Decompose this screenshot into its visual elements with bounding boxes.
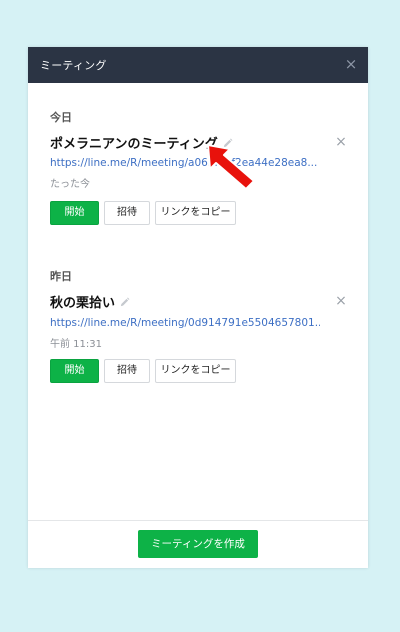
meeting-dialog: ミーティング × 今日 ポメラニアンのミーティング × https://line… — [28, 47, 368, 568]
meeting-time: たった今 — [50, 179, 90, 190]
meeting-title-text: ポメラニアンのミーティング — [50, 137, 218, 152]
red-arrow-annotation — [207, 144, 255, 190]
pencil-icon[interactable] — [119, 297, 130, 308]
copy-link-button[interactable]: リンクをコピー — [155, 201, 236, 225]
start-button[interactable]: 開始 — [50, 201, 99, 225]
meeting-time: 午前 11:31 — [50, 339, 102, 350]
meeting-url[interactable]: https://line.me/R/meeting/a06bf2ef2ea44e… — [50, 157, 320, 169]
section-label-today: 今日 — [50, 111, 72, 124]
meeting-title-text: 秋の栗拾い — [50, 296, 116, 311]
invite-button[interactable]: 招待 — [104, 359, 150, 383]
meeting-actions: 開始 招待 リンクをコピー — [50, 201, 236, 225]
start-button[interactable]: 開始 — [50, 359, 99, 383]
dialog-footer: ミーティングを作成 — [28, 520, 368, 568]
remove-meeting-icon[interactable]: × — [334, 294, 348, 308]
meeting-title[interactable]: 秋の栗拾い — [50, 292, 130, 311]
copy-link-button[interactable]: リンクをコピー — [155, 359, 236, 383]
section-label-yesterday: 昨日 — [50, 270, 72, 283]
invite-button[interactable]: 招待 — [104, 201, 150, 225]
dialog-close-icon[interactable]: × — [342, 55, 360, 73]
dialog-title: ミーティング — [40, 59, 107, 72]
remove-meeting-icon[interactable]: × — [334, 135, 348, 149]
section-yesterday: 昨日 秋の栗拾い × https://line.me/R/meeting/0d9… — [50, 268, 350, 388]
dialog-titlebar: ミーティング × — [28, 47, 368, 83]
meeting-actions: 開始 招待 リンクをコピー — [50, 359, 236, 383]
meeting-url[interactable]: https://line.me/R/meeting/0d914791e55046… — [50, 317, 320, 329]
section-today: 今日 ポメラニアンのミーティング × https://line.me/R/mee… — [50, 109, 350, 229]
create-meeting-button[interactable]: ミーティングを作成 — [138, 530, 258, 558]
